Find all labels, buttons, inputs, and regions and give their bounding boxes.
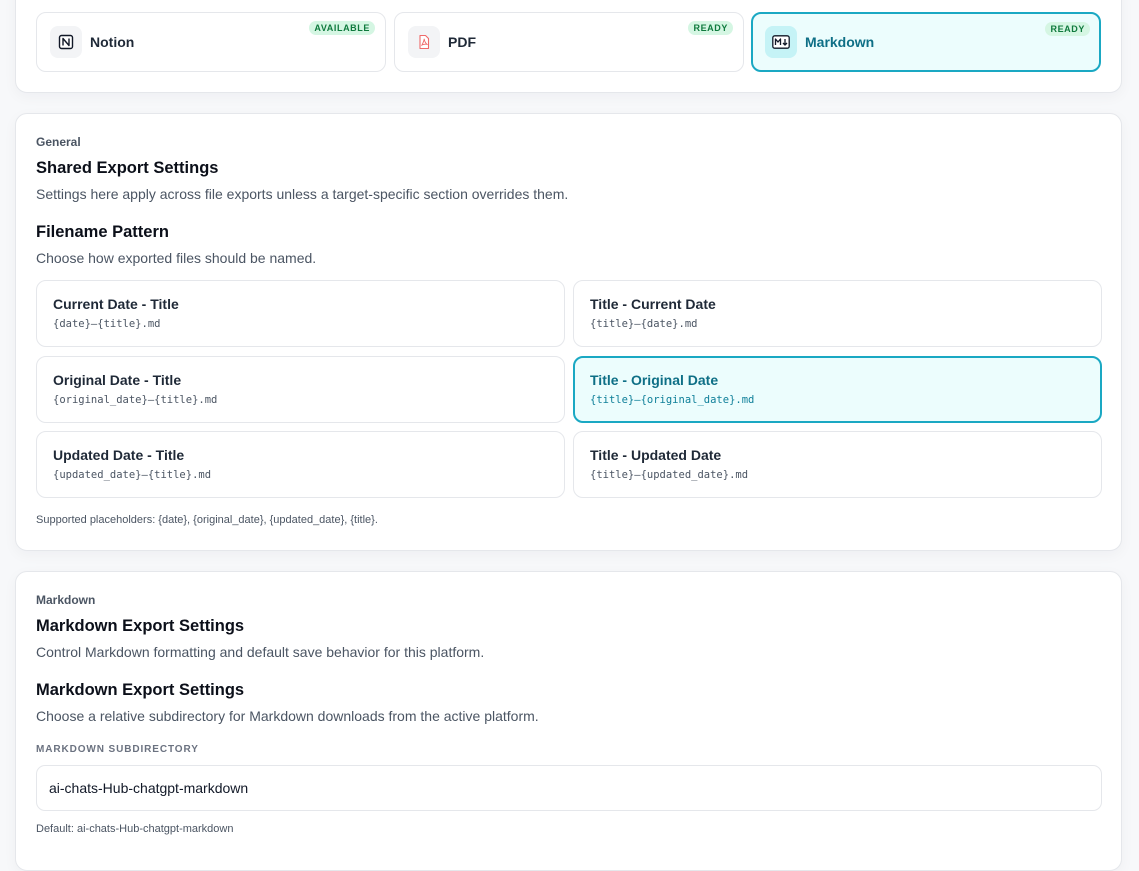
markdown-icon [765,26,797,58]
section-eyebrow: General [36,135,81,149]
target-markdown[interactable]: Markdown READY [751,12,1101,72]
pattern-option-code: {date}—{title}.md [53,318,161,330]
pattern-option-title-original-date[interactable]: Title - Original Date {title}—{original_… [573,356,1102,423]
section-description: Control Markdown formatting and default … [36,644,485,660]
section-title: Shared Export Settings [36,159,219,177]
subdirectory-label: MARKDOWN SUBDIRECTORY [36,744,199,755]
subsection-description: Choose a relative subdirectory for Markd… [36,708,539,724]
subsection-title: Markdown Export Settings [36,681,245,699]
pattern-option-code: {title}—{original_date}.md [590,394,755,406]
pattern-option-title-current-date[interactable]: Title - Current Date {title}—{date}.md [573,280,1102,347]
notion-icon [50,26,82,58]
filename-pattern-description: Choose how exported files should be name… [36,250,317,266]
pattern-option-updated-date-title[interactable]: Updated Date - Title {updated_date}—{tit… [36,431,565,498]
pattern-option-label: Title - Current Date [590,296,716,312]
pattern-option-label: Current Date - Title [53,296,179,312]
placeholders-hint: Supported placeholders: {date}, {origina… [36,514,378,526]
subdirectory-input[interactable] [36,765,1102,811]
pattern-option-label: Original Date - Title [53,372,182,388]
pattern-option-original-date-title[interactable]: Original Date - Title {original_date}—{t… [36,356,565,423]
default-hint: Default: ai-chats-Hub-chatgpt-markdown [36,823,234,835]
pattern-option-label: Updated Date - Title [53,447,185,463]
target-markdown-label: Markdown [805,34,875,50]
section-eyebrow: Markdown [36,593,96,607]
section-description: Settings here apply across file exports … [36,186,569,202]
target-notion-label: Notion [90,34,135,50]
pattern-option-label: Title - Updated Date [590,447,722,463]
status-badge: AVAILABLE [309,21,375,35]
pattern-option-code: {original_date}—{title}.md [53,394,218,406]
filename-pattern-title: Filename Pattern [36,223,169,241]
pattern-option-code: {updated_date}—{title}.md [53,469,212,481]
section-title: Markdown Export Settings [36,617,245,635]
target-pdf[interactable]: PDF READY [394,12,744,72]
target-pdf-label: PDF [448,34,476,50]
pattern-option-code: {title}—{date}.md [590,318,698,330]
pattern-option-label: Title - Original Date [590,372,719,388]
pattern-option-title-updated-date[interactable]: Title - Updated Date {title}—{updated_da… [573,431,1102,498]
status-badge: READY [688,21,733,35]
markdown-settings-card: Markdown Markdown Export Settings Contro… [15,571,1122,871]
pdf-icon [408,26,440,58]
pattern-option-current-date-title[interactable]: Current Date - Title {date}—{title}.md [36,280,565,347]
pattern-option-code: {title}—{updated_date}.md [590,469,749,481]
status-badge: READY [1045,22,1090,36]
general-settings-card: General Shared Export Settings Settings … [15,113,1122,551]
target-notion[interactable]: Notion AVAILABLE [36,12,386,72]
export-target-card: Notion AVAILABLE PDF READY Markdown READ… [15,0,1122,93]
